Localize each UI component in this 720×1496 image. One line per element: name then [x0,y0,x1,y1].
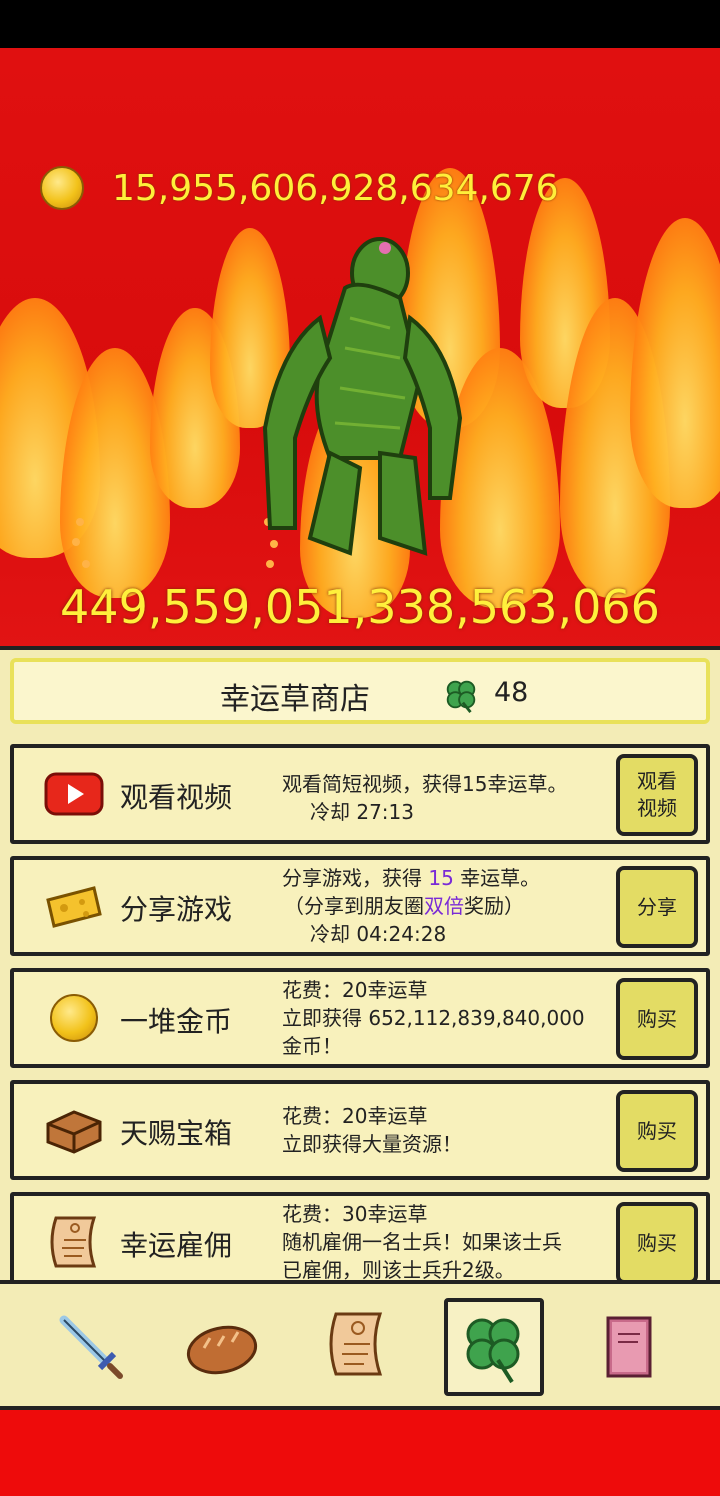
row-name: 幸运雇佣 [120,1229,233,1262]
nav-tab-hire[interactable] [308,1298,408,1396]
list-item-watch-video: 观看视频 观看简短视频，获得15幸运草。 冷却 27:13 观看 视频 [10,744,710,844]
row-name: 观看视频 [120,781,233,814]
gold-coin-icon [44,990,104,1046]
shop-header: 幸运草商店 48 [10,658,710,724]
nav-tab-clover-shop[interactable] [444,1298,544,1396]
gold-display: 15,955,606,928,634,676 [40,164,559,212]
gold-amount: 15,955,606,928,634,676 [112,167,559,209]
list-item-gold-pile: 一堆金币 花费：20幸运草 立即获得 652,112,839,840,000 金… [10,968,710,1068]
bread-icon [186,1325,258,1375]
nav-tab-book[interactable] [580,1298,680,1396]
buy-hire-button[interactable]: 购买 [616,1202,698,1284]
watch-video-button[interactable]: 观看 视频 [616,754,698,836]
row-name: 天赐宝箱 [120,1117,233,1150]
row-name: 一堆金币 [120,1005,233,1038]
nav-tab-food[interactable] [174,1298,274,1396]
green-monster-image[interactable] [250,228,470,558]
buy-gold-button[interactable]: 购买 [616,978,698,1060]
row-description: 分享游戏，获得 15 幸运草。 （分享到朋友圈双倍奖励） 冷却 04:24:28 [282,866,541,946]
clover-icon [446,680,476,713]
gold-coin-icon [40,166,84,210]
shop-title: 幸运草商店 [220,682,370,717]
share-button[interactable]: 分享 [616,866,698,948]
clover-count: 48 [494,677,529,708]
scroll-icon [329,1312,383,1376]
treasure-chest-icon [46,1110,102,1154]
list-item-lucky-hire: 幸运雇佣 花费：30幸运草 随机雇佣一名士兵！如果该士兵 已雇佣，则该士兵升2级… [10,1192,710,1292]
monster-hp: 449,559,051,338,563,066 [60,580,660,634]
list-item-treasure-chest: 天赐宝箱 花费：20幸运草 立即获得大量资源！ 购买 [10,1080,710,1180]
status-bar [0,0,720,48]
row-description: 花费：20幸运草 立即获得大量资源！ [282,1104,462,1156]
sword-icon [59,1315,123,1379]
clover-icon [466,1318,520,1384]
buy-chest-button[interactable]: 购买 [616,1090,698,1172]
video-play-icon [44,772,104,816]
cheese-icon [46,886,102,928]
bottom-nav [0,1280,720,1410]
scroll-icon [50,1216,97,1268]
row-description: 观看简短视频，获得15幸运草。 冷却 27:13 [282,772,568,824]
bottom-strip [0,1410,720,1496]
row-description: 花费：30幸运草 随机雇佣一名士兵！如果该士兵 已雇佣，则该士兵升2级。 [282,1202,562,1282]
row-description: 花费：20幸运草 立即获得 652,112,839,840,000 金币！ [282,978,585,1058]
book-icon [606,1316,652,1378]
list-item-share-game: 分享游戏 分享游戏，获得 15 幸运草。 （分享到朋友圈双倍奖励） 冷却 04:… [10,856,710,956]
row-name: 分享游戏 [120,893,233,926]
nav-tab-battle[interactable] [44,1298,144,1396]
